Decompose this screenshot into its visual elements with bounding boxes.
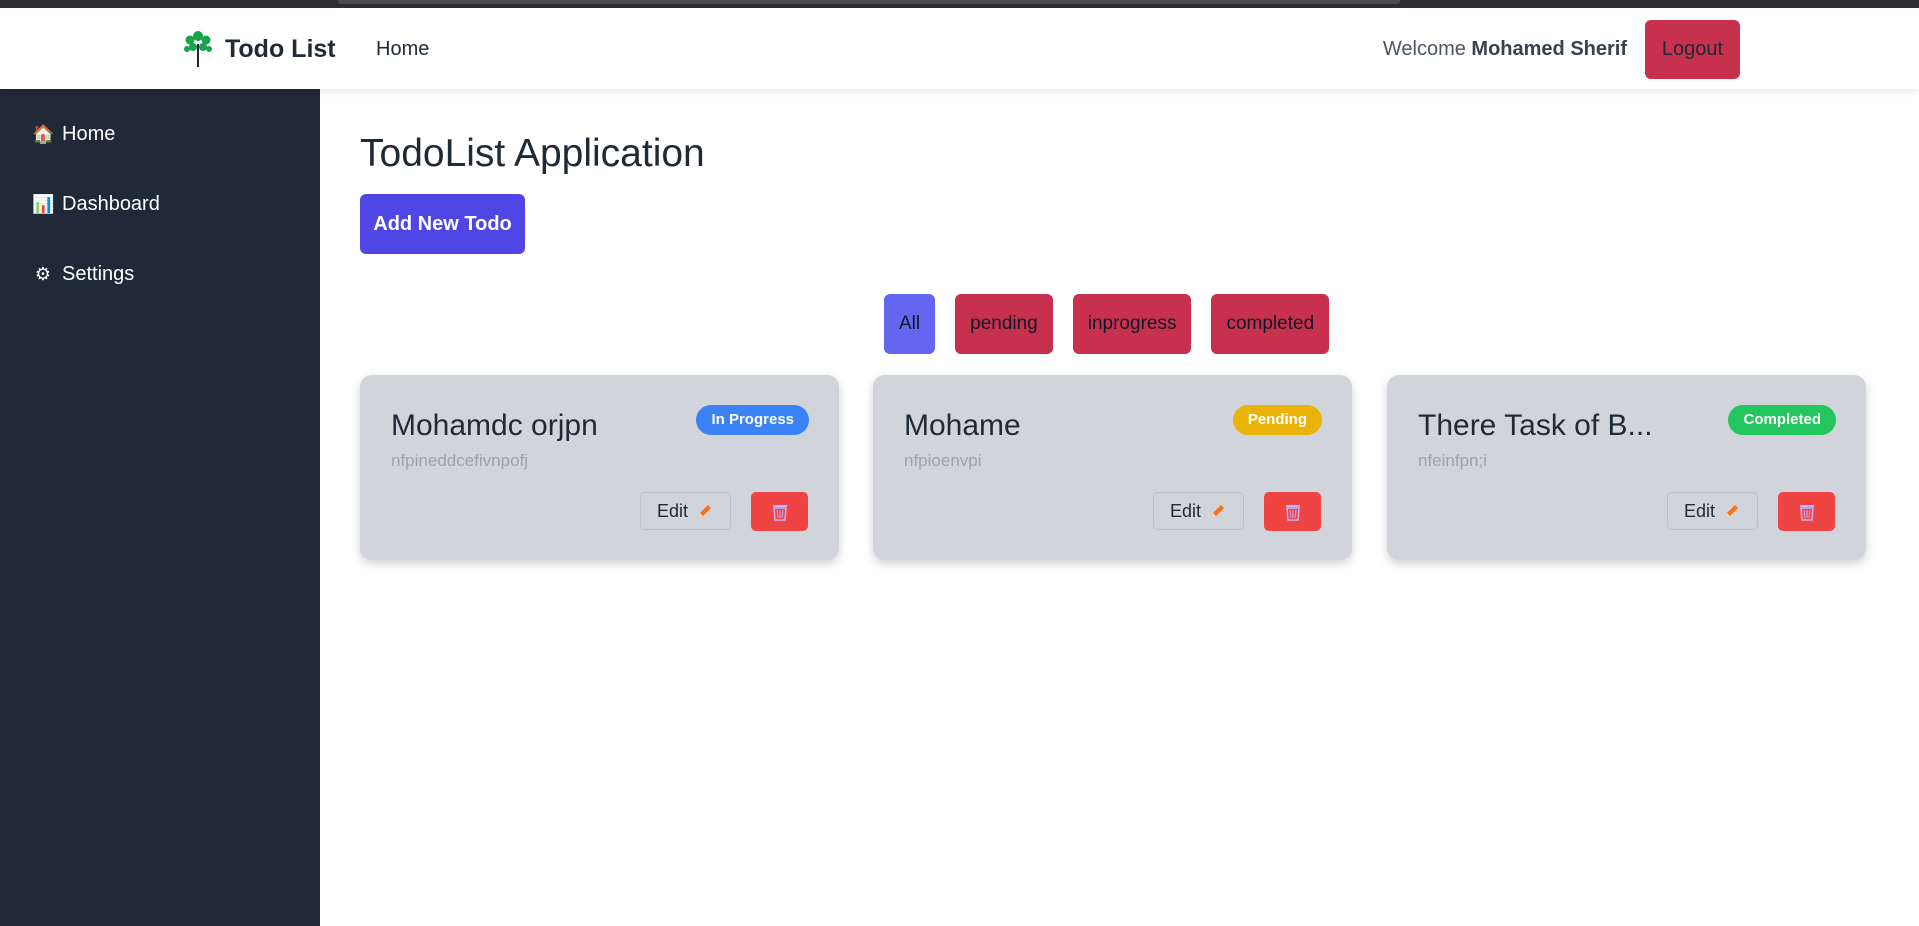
delete-button[interactable] [751,492,808,531]
filter-inprogress-button[interactable]: inprogress [1072,294,1192,354]
edit-label: Edit [1169,500,1202,521]
sidebar-item-label: Settings [62,263,135,285]
tree-logo-icon [184,31,212,67]
edit-button[interactable]: Edit [640,492,731,530]
welcome-prefix: Welcome [1382,38,1466,60]
pencil-icon [1726,505,1739,517]
status-badge: In Progress [696,405,809,435]
delete-button[interactable] [1264,492,1321,531]
delete-button[interactable] [1778,492,1835,531]
edit-label: Edit [656,500,689,521]
pencil-icon [699,505,712,517]
logout-button[interactable]: Logout [1645,20,1740,79]
filter-pending-button[interactable]: pending [955,294,1053,354]
status-badge: Pending [1232,405,1322,435]
todo-card: Mohamdc orjpn nfpineddcefivnpofj In Prog… [360,375,839,560]
todo-title: Mohame [904,409,1021,442]
edit-button[interactable]: Edit [1153,492,1244,530]
edit-label: Edit [1683,500,1716,521]
browser-top-strip [0,0,1919,8]
trash-icon [1799,504,1814,521]
sidebar-item-label: Home [62,123,116,145]
pencil-icon [1212,505,1225,517]
sidebar: 🏠 Home 📊 Dashboard ⚙ Settings [0,89,320,926]
filter-completed-button[interactable]: completed [1211,294,1330,354]
page-title: TodoList Application [360,132,705,175]
home-icon: 🏠 [32,124,55,144]
trash-icon [772,504,787,521]
trash-icon [1285,504,1300,521]
todo-description: nfpioenvpi [904,451,982,470]
sidebar-item-dashboard[interactable]: 📊 Dashboard [32,193,160,216]
todo-title: There Task of B... [1418,409,1653,442]
edit-button[interactable]: Edit [1667,492,1758,530]
sidebar-item-label: Dashboard [62,193,160,215]
add-todo-button[interactable]: Add New Todo [360,194,525,254]
todo-description: nfpineddcefivnpofj [391,451,529,470]
sidebar-item-home[interactable]: 🏠 Home [32,123,115,146]
browser-tab [338,0,1400,4]
todo-description: nfeinfpn;i [1418,451,1487,470]
sidebar-item-settings[interactable]: ⚙ Settings [32,263,134,286]
status-filters: All pending inprogress completed [884,294,1330,354]
welcome-text: Welcome Mohamed Sherif [1383,38,1627,61]
todo-title: Mohamdc orjpn [391,409,598,442]
filter-all-button[interactable]: All [884,294,936,354]
brand-name: Todo List [225,34,336,63]
gear-icon: ⚙ [34,264,52,284]
navbar: Todo List Home Welcome Mohamed Sherif Lo… [0,8,1919,89]
user-name: Mohamed Sherif [1471,38,1627,60]
nav-home-link[interactable]: Home [376,38,429,61]
chart-icon: 📊 [32,194,55,214]
status-badge: Completed [1728,405,1836,435]
todo-card: There Task of B... nfeinfpn;i Completed … [1387,375,1866,560]
todo-card: Mohame nfpioenvpi Pending Edit [873,375,1352,560]
brand[interactable]: Todo List [183,30,336,68]
